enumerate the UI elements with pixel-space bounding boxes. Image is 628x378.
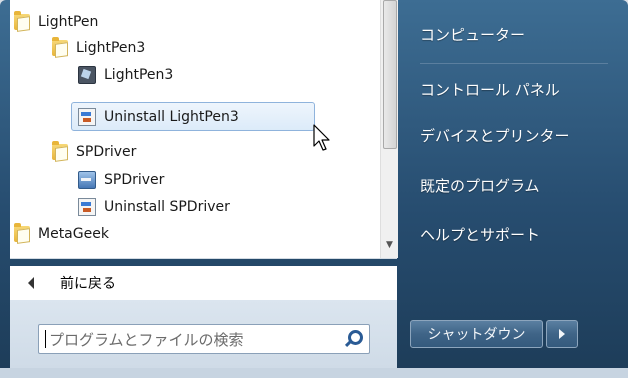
folder-icon	[52, 141, 68, 160]
uninstall-icon	[78, 198, 96, 216]
program-label: MetaGeek	[38, 226, 109, 242]
program-label: LightPen3	[104, 67, 174, 83]
right-item-computer[interactable]: コンピューター	[420, 24, 525, 45]
app-icon	[78, 66, 96, 84]
mouse-cursor-icon	[313, 124, 330, 151]
uninstall-icon	[78, 107, 96, 126]
program-item-lightpen-folder[interactable]: LightPen	[14, 8, 98, 36]
folder-icon	[52, 37, 68, 56]
right-item-control-panel[interactable]: コントロール パネル	[420, 79, 560, 100]
back-label: 前に戻る	[60, 276, 116, 292]
right-item-help-support[interactable]: ヘルプとサポート	[420, 224, 540, 245]
driver-icon	[78, 171, 96, 189]
back-button[interactable]: 前に戻る	[10, 266, 397, 300]
right-item-devices-printers[interactable]: デバイスとプリンター	[420, 125, 570, 146]
right-item-default-programs[interactable]: 既定のプログラム	[420, 175, 540, 196]
program-item-lightpen3-app[interactable]: LightPen3	[78, 61, 173, 89]
scrollbar[interactable]: ▼	[380, 0, 398, 258]
program-label: Uninstall LightPen3	[104, 108, 239, 125]
menu-bottom-strip	[0, 368, 628, 378]
program-item-spdriver-app[interactable]: SPDriver	[78, 166, 164, 194]
program-item-uninstall-lightpen3[interactable]: Uninstall LightPen3	[71, 102, 315, 131]
right-separator	[420, 63, 608, 64]
program-item-lightpen3-folder[interactable]: LightPen3	[52, 34, 145, 62]
scroll-down-icon[interactable]: ▼	[381, 236, 398, 253]
folder-icon	[14, 11, 30, 30]
shutdown-button[interactable]: シャットダウン	[410, 320, 543, 348]
scrollbar-thumb[interactable]	[383, 0, 397, 149]
program-label: LightPen	[38, 14, 99, 30]
text-caret	[45, 330, 46, 348]
search-input[interactable]: プログラムとファイルの検索	[38, 324, 370, 354]
program-label: SPDriver	[104, 172, 165, 188]
programs-panel: LightPen LightPen3 LightPen3 Uninstall L…	[10, 0, 398, 258]
folder-icon	[14, 223, 30, 242]
chevron-right-icon	[559, 329, 565, 339]
program-label: SPDriver	[76, 144, 137, 160]
divider	[10, 258, 397, 259]
search-icon[interactable]	[341, 328, 363, 350]
back-arrow-icon	[28, 277, 34, 289]
search-placeholder: プログラムとファイルの検索	[49, 330, 244, 349]
search-area: プログラムとファイルの検索	[10, 300, 397, 368]
start-menu: LightPen LightPen3 LightPen3 Uninstall L…	[0, 0, 628, 378]
program-label: Uninstall SPDriver	[104, 199, 230, 215]
program-label: LightPen3	[76, 40, 146, 56]
program-item-spdriver-folder[interactable]: SPDriver	[52, 138, 136, 166]
program-item-uninstall-spdriver[interactable]: Uninstall SPDriver	[78, 193, 230, 221]
program-item-metageek-folder[interactable]: MetaGeek	[14, 220, 109, 248]
shutdown-options-button[interactable]	[546, 320, 578, 348]
